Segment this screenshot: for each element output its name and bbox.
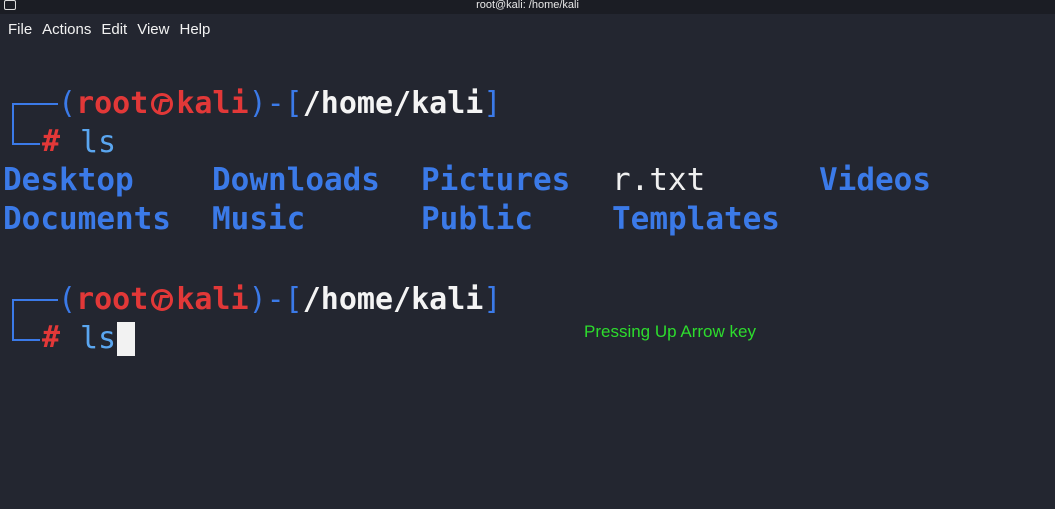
- dir-entry: Videos: [819, 162, 931, 198]
- annotation-label: Pressing Up Arrow key: [584, 322, 756, 341]
- command-text: ls: [80, 125, 117, 160]
- dir-entry: Public: [421, 201, 533, 237]
- menu-edit[interactable]: Edit: [101, 21, 127, 38]
- menu-actions[interactable]: Actions: [42, 21, 91, 38]
- dir-entry: Pictures: [421, 162, 571, 198]
- prompt-hash: #: [42, 320, 61, 355]
- prompt-connector: [12, 143, 40, 145]
- prompt-connector: [12, 103, 58, 105]
- text-cursor: [117, 322, 135, 356]
- menu-view[interactable]: View: [137, 21, 169, 38]
- prompt-connector: [12, 339, 40, 341]
- kali-skull-icon: [151, 289, 174, 311]
- dir-entry: Documents: [3, 201, 171, 237]
- prompt-hash: #: [42, 124, 61, 159]
- window-titlebar: root@kali: /home/kali: [0, 0, 1055, 14]
- prompt-header: (root kali)-[/home/kali]: [58, 282, 502, 317]
- command-input[interactable]: ls: [80, 320, 116, 358]
- prompt-connector: [12, 103, 14, 145]
- prompt-header: (root kali)-[/home/kali]: [58, 86, 502, 121]
- menu-bar: File Actions Edit View Help: [0, 14, 1055, 44]
- prompt-connector: [12, 299, 58, 301]
- terminal-icon: [4, 0, 16, 10]
- file-entry: r.txt: [612, 162, 706, 198]
- dir-entry: Music: [212, 201, 306, 237]
- menu-help[interactable]: Help: [179, 21, 210, 38]
- dir-entry: Downloads: [212, 162, 380, 198]
- dir-entry: Desktop: [3, 162, 134, 198]
- dir-entry: Templates: [612, 201, 780, 237]
- terminal-area[interactable]: (root kali)-[/home/kali] # ls Desktop Dow…: [0, 44, 1055, 509]
- menu-file[interactable]: File: [8, 21, 32, 38]
- prompt-connector: [12, 299, 14, 341]
- kali-skull-icon: [151, 93, 174, 115]
- window-title: root@kali: /home/kali: [476, 0, 579, 11]
